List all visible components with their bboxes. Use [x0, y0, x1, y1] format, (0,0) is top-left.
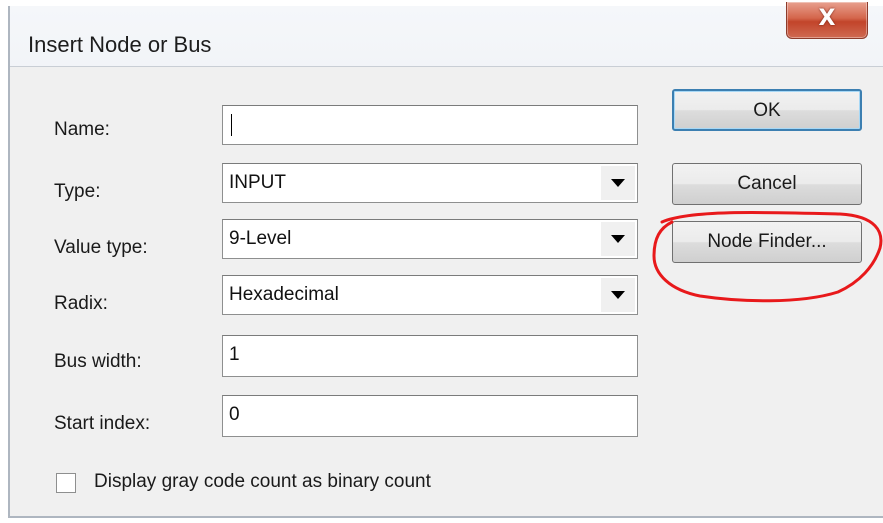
type-value: INPUT	[229, 172, 286, 193]
value-type-value: 9-Level	[229, 228, 292, 249]
cancel-button[interactable]: Cancel	[672, 163, 862, 205]
title-bar[interactable]: Insert Node or Bus X	[10, 2, 883, 66]
gray-code-checkbox[interactable]	[56, 473, 76, 493]
start-index-label: Start index:	[54, 413, 151, 434]
chevron-down-icon[interactable]	[601, 166, 635, 200]
ok-button[interactable]: OK	[672, 89, 862, 131]
node-finder-button[interactable]: Node Finder...	[672, 221, 862, 263]
chevron-down-icon[interactable]	[601, 278, 635, 312]
name-field[interactable]	[222, 105, 638, 145]
dialog-window: Insert Node or Bus X Name: Type: INPUT V…	[8, 2, 883, 518]
close-icon: X	[818, 6, 836, 31]
start-index-value: 0	[229, 404, 240, 425]
dialog-title: Insert Node or Bus	[28, 32, 212, 57]
radix-value: Hexadecimal	[229, 284, 339, 305]
value-type-label: Value type:	[54, 237, 148, 258]
text-caret	[231, 114, 232, 136]
bus-width-field[interactable]: 1	[222, 335, 638, 377]
dialog-body: Name: Type: INPUT Value type: 9-Level Ra…	[10, 66, 883, 516]
type-label: Type:	[54, 181, 101, 202]
value-type-select[interactable]: 9-Level	[222, 219, 638, 259]
type-select[interactable]: INPUT	[222, 163, 638, 203]
radix-select[interactable]: Hexadecimal	[222, 275, 638, 315]
bus-width-value: 1	[229, 344, 240, 365]
gray-code-label[interactable]: Display gray code count as binary count	[94, 471, 431, 493]
start-index-field[interactable]: 0	[222, 395, 638, 437]
close-button[interactable]: X	[786, 2, 868, 39]
chevron-down-icon[interactable]	[601, 222, 635, 256]
radix-label: Radix:	[54, 293, 108, 314]
name-label: Name:	[54, 119, 110, 140]
bus-width-label: Bus width:	[54, 351, 142, 372]
